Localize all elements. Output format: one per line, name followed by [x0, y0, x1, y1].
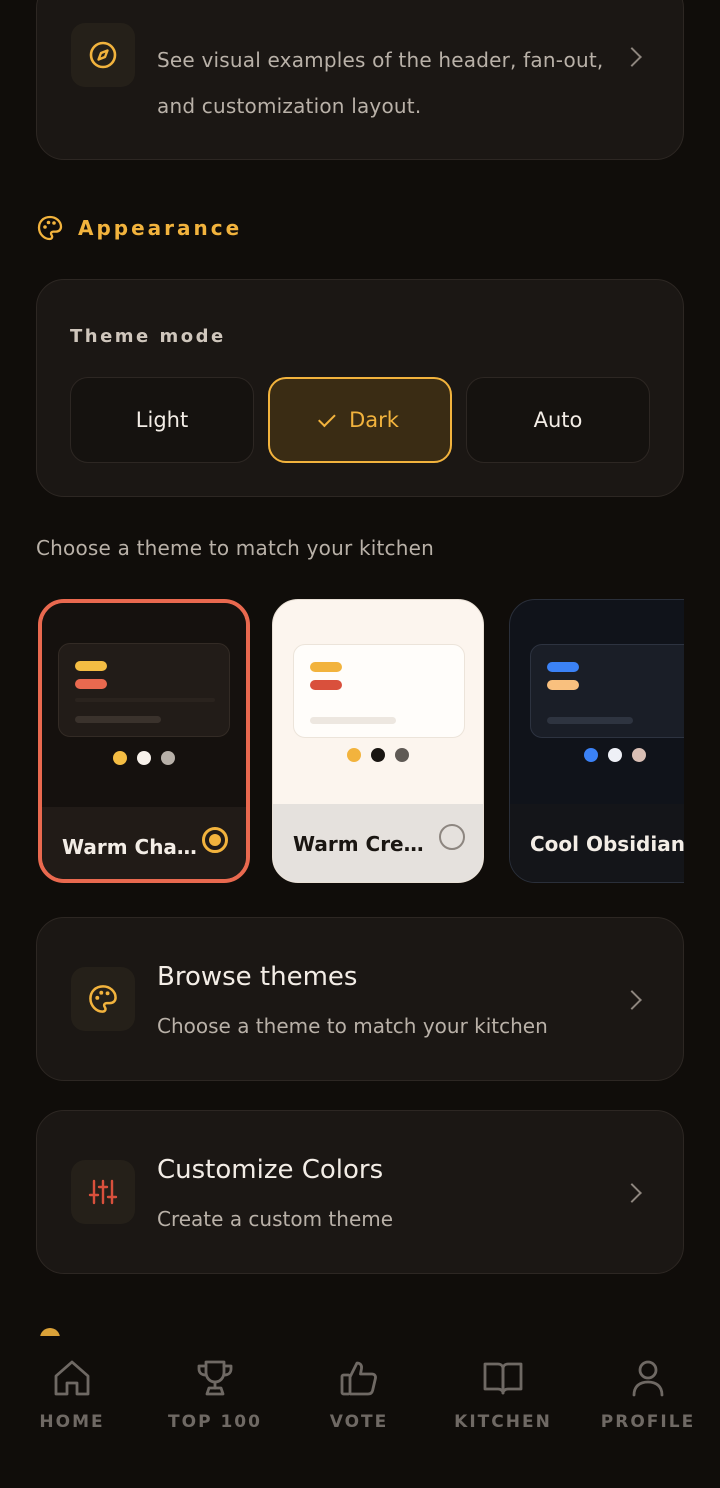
color-dot [371, 748, 385, 762]
nav-vote[interactable]: VOTE [287, 1356, 431, 1446]
theme-carousel[interactable]: Warm Charc… Warm Cream [36, 597, 684, 887]
home-icon [54, 1360, 90, 1396]
theme-name: Warm Cream [293, 832, 433, 856]
appearance-section-header: Appearance [36, 212, 242, 244]
nav-top-100-label: TOP 100 [168, 1412, 262, 1432]
checkmark-icon [318, 409, 336, 427]
preview-line [310, 717, 396, 724]
color-dot [161, 751, 175, 765]
theme-card-footer: Cool Obsidian [510, 804, 684, 882]
theme-preview [510, 600, 684, 804]
palette-icon-box [71, 967, 135, 1031]
radio-unselected-icon[interactable] [439, 824, 465, 850]
theme-name: Cool Obsidian [530, 832, 684, 856]
theme-preview-card [58, 643, 230, 737]
theme-preview [273, 600, 483, 804]
color-dot [113, 751, 127, 765]
color-dot [347, 748, 361, 762]
user-icon [632, 1360, 664, 1397]
theme-mode-auto-label: Auto [533, 408, 583, 432]
chevron-right-icon [622, 47, 642, 67]
preview-line [75, 716, 161, 723]
bottom-navigation: HOME TOP 100 VOTE KITCHEN PROFILE [0, 1336, 720, 1488]
trophy-icon [197, 1360, 233, 1396]
customize-colors-row[interactable]: Customize Colors Create a custom theme [36, 1110, 684, 1274]
theme-color-dots [42, 751, 246, 765]
thumbs-up-icon [340, 1361, 377, 1396]
theme-mode-title: Theme mode [70, 326, 226, 347]
theme-mode-card: Theme mode Light Dark Auto [36, 279, 684, 497]
theme-mode-dark-button[interactable]: Dark [268, 377, 452, 463]
nav-profile[interactable]: PROFILE [576, 1356, 720, 1446]
nav-home-label: HOME [39, 1412, 105, 1432]
preview-divider [75, 698, 215, 702]
preview-line [547, 717, 633, 724]
appearance-section-label: Appearance [78, 216, 243, 240]
nav-home[interactable]: HOME [0, 1356, 144, 1446]
browse-themes-row[interactable]: Browse themes Choose a theme to match yo… [36, 917, 684, 1081]
sliders-icon-box [71, 1160, 135, 1224]
radio-selected-icon[interactable] [202, 827, 228, 853]
book-icon [483, 1362, 523, 1395]
customize-colors-subtitle: Create a custom theme [157, 1207, 394, 1231]
nav-profile-label: PROFILE [600, 1412, 696, 1432]
palette-icon [37, 215, 63, 241]
theme-hint-text: Choose a theme to match your kitchen [36, 536, 434, 560]
browse-themes-subtitle: Choose a theme to match your kitchen [157, 1014, 548, 1038]
theme-color-dots [273, 748, 483, 762]
theme-preview-card [530, 644, 684, 738]
preview-accent-bar [75, 661, 107, 671]
theme-preview [42, 603, 246, 807]
theme-name: Warm Charc… [62, 835, 202, 859]
color-dot [608, 748, 622, 762]
nav-top-100[interactable]: TOP 100 [143, 1356, 287, 1446]
chevron-right-icon [622, 1183, 642, 1203]
theme-mode-dark-label: Dark [349, 408, 399, 432]
compass-icon [89, 41, 117, 69]
compass-icon-box [71, 23, 135, 87]
customize-colors-title: Customize Colors [157, 1155, 384, 1185]
nav-kitchen-label: KITCHEN [454, 1412, 552, 1432]
sliders-icon [88, 1179, 118, 1205]
theme-mode-auto-button[interactable]: Auto [466, 377, 650, 463]
layout-examples-card[interactable]: See visual examples of the header, fan-o… [36, 0, 684, 160]
color-dot [137, 751, 151, 765]
color-dot [632, 748, 646, 762]
theme-preview-card [293, 644, 465, 738]
preview-accent-bar [547, 662, 579, 672]
theme-card-cool-obsidian[interactable]: Cool Obsidian [509, 599, 684, 883]
layout-examples-description: See visual examples of the header, fan-o… [157, 48, 604, 118]
chevron-right-icon [622, 990, 642, 1010]
theme-color-dots [510, 748, 684, 762]
theme-card-footer: Warm Cream [273, 804, 483, 882]
theme-card-warm-cream[interactable]: Warm Cream [272, 599, 484, 883]
theme-mode-light-label: Light [135, 408, 189, 432]
theme-card-footer: Warm Charc… [42, 807, 246, 879]
preview-accent-bar [75, 679, 107, 689]
settings-screen: See visual examples of the header, fan-o… [0, 0, 720, 1488]
nav-vote-label: VOTE [329, 1412, 389, 1432]
preview-accent-bar [310, 662, 342, 672]
preview-accent-bar [310, 680, 342, 690]
color-dot [584, 748, 598, 762]
palette-icon [89, 985, 117, 1013]
nav-kitchen[interactable]: KITCHEN [431, 1356, 575, 1446]
theme-card-warm-charcoal[interactable]: Warm Charc… [38, 599, 250, 883]
color-dot [395, 748, 409, 762]
preview-accent-bar [547, 680, 579, 690]
theme-mode-light-button[interactable]: Light [70, 377, 254, 463]
browse-themes-title: Browse themes [157, 962, 358, 992]
